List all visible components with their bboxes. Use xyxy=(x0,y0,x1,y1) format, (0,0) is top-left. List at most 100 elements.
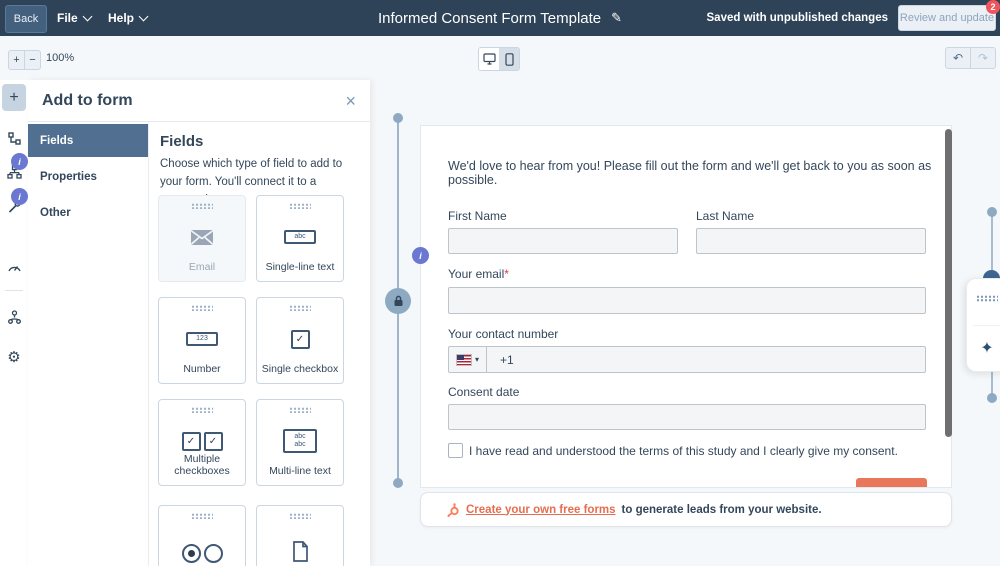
field-card-single-line-text[interactable]: abc Single-line text xyxy=(256,195,344,282)
chevron-down-icon xyxy=(82,12,92,22)
file-menu[interactable]: File xyxy=(57,0,91,36)
dial-code: +1 xyxy=(487,347,514,372)
field-card-radio[interactable] xyxy=(158,505,246,566)
consent-date-input[interactable] xyxy=(448,404,926,430)
review-and-update-button[interactable]: Review and update 2 xyxy=(898,5,996,31)
ai-sparkle-icon[interactable]: ✦ xyxy=(967,331,1000,365)
first-name-label: First Name xyxy=(448,209,507,223)
lock-connector-handle[interactable] xyxy=(385,288,411,314)
canvas-scrollbar[interactable] xyxy=(945,129,952,437)
drag-handle-icon xyxy=(289,407,311,413)
drag-handle-icon xyxy=(289,513,311,519)
panel-header: Add to form × xyxy=(28,80,370,122)
drag-handle-icon xyxy=(191,513,213,519)
saved-status: Saved with unpublished changes xyxy=(707,12,888,24)
email-icon xyxy=(159,220,245,254)
mobile-preview-button[interactable] xyxy=(499,48,519,70)
page-title: Informed Consent Form Template xyxy=(378,10,601,27)
last-name-input[interactable] xyxy=(696,228,926,254)
undo-button[interactable]: ↶ xyxy=(946,48,971,68)
save-status-area: Saved with unpublished changes Review an… xyxy=(707,0,996,36)
floating-tools-card: ✦ xyxy=(966,278,1000,372)
style-info-badge[interactable]: i xyxy=(11,188,28,205)
redo-button[interactable]: ↷ xyxy=(971,48,995,68)
email-label: Your email* xyxy=(448,267,509,281)
required-asterisk: * xyxy=(504,267,509,281)
field-card-single-checkbox[interactable]: ✓ Single checkbox xyxy=(256,297,344,384)
drag-handle-icon xyxy=(289,203,311,209)
close-icon[interactable]: × xyxy=(345,92,356,110)
phone-icon xyxy=(505,53,514,66)
field-card-multi-line-text[interactable]: abcabc Multi-line text xyxy=(256,399,344,486)
banner-text: to generate leads from your website. xyxy=(622,504,822,516)
connector-bottom-dot xyxy=(393,478,403,488)
drag-handle-icon[interactable] xyxy=(976,295,998,302)
undo-redo-control: ↶ ↷ xyxy=(945,47,996,69)
monitor-icon xyxy=(483,53,496,65)
edit-title-pencil-icon[interactable]: ✎ xyxy=(611,10,622,26)
first-name-input[interactable] xyxy=(448,228,678,254)
tab-properties[interactable]: Properties xyxy=(28,160,148,193)
number-icon: 123 xyxy=(159,322,245,356)
help-menu[interactable]: Help xyxy=(108,0,147,36)
right-connector-top-dot xyxy=(987,207,997,217)
lock-icon xyxy=(393,295,404,307)
form-editor-app: Back File Help Informed Consent Form Tem… xyxy=(0,0,1000,566)
multi-line-text-icon: abcabc xyxy=(257,424,343,458)
panel-divider xyxy=(148,122,149,566)
changes-count-badge: 2 xyxy=(986,0,1000,14)
add-to-form-rail-button[interactable]: + xyxy=(2,84,26,111)
country-code-dropdown[interactable]: ▾ xyxy=(449,347,487,372)
consent-date-label: Consent date xyxy=(448,385,519,399)
zoom-in-button[interactable]: + xyxy=(9,51,25,69)
tab-fields[interactable]: Fields xyxy=(28,124,148,157)
properties-info-badge[interactable]: i xyxy=(11,153,28,170)
rail-divider xyxy=(5,290,23,291)
consent-checkbox[interactable] xyxy=(448,443,463,458)
email-input[interactable] xyxy=(448,287,926,314)
drag-handle-icon xyxy=(191,203,213,209)
zoom-level: 100% xyxy=(46,52,74,64)
device-preview-toggle xyxy=(478,47,520,71)
form-intro-text: We'd love to hear from you! Please fill … xyxy=(448,159,951,187)
phone-label: Your contact number xyxy=(448,327,558,341)
last-name-label: Last Name xyxy=(696,209,754,223)
form-preview-canvas: We'd love to hear from you! Please fill … xyxy=(420,125,952,488)
field-card-multiple-checkboxes[interactable]: ✓✓ Multiple checkboxes xyxy=(158,399,246,486)
field-card-file[interactable] xyxy=(256,505,344,566)
zoom-control: + − xyxy=(8,50,41,70)
drag-handle-icon xyxy=(191,407,213,413)
hubspot-sprocket-icon xyxy=(447,503,460,517)
right-connector-bottom-dot xyxy=(987,393,997,403)
field-card-email[interactable]: Email xyxy=(158,195,246,282)
panel-title: Add to form xyxy=(42,92,133,110)
connector-top-dot xyxy=(393,113,403,123)
settings-gear-icon[interactable]: ⚙ xyxy=(0,346,28,368)
chevron-down-icon xyxy=(139,12,149,22)
desktop-preview-button[interactable] xyxy=(479,48,499,70)
fields-heading: Fields xyxy=(160,133,203,150)
free-forms-banner: Create your own free forms to generate l… xyxy=(420,492,952,527)
phone-input[interactable]: ▾ +1 xyxy=(448,346,926,373)
workflow-connections-icon[interactable] xyxy=(0,306,28,328)
zoom-out-button[interactable]: − xyxy=(25,51,40,69)
single-line-text-icon: abc xyxy=(257,220,343,254)
tab-other[interactable]: Other xyxy=(28,196,148,229)
drag-handle-icon xyxy=(191,305,213,311)
drag-handle-icon xyxy=(289,305,311,311)
caret-down-icon: ▾ xyxy=(475,355,479,364)
single-checkbox-icon: ✓ xyxy=(257,322,343,356)
back-button[interactable]: Back xyxy=(5,5,47,33)
create-free-forms-link[interactable]: Create your own free forms xyxy=(466,504,616,516)
submit-button-partial[interactable] xyxy=(856,478,927,487)
file-icon xyxy=(257,534,343,566)
consent-checkbox-label: I have read and understood the terms of … xyxy=(469,444,898,458)
tools-card-divider xyxy=(973,325,1000,326)
top-navbar: Back File Help Informed Consent Form Tem… xyxy=(0,0,1000,36)
radio-buttons-icon xyxy=(159,536,245,566)
field-card-number[interactable]: 123 Number xyxy=(158,297,246,384)
logic-builder-icon[interactable] xyxy=(0,128,28,150)
performance-gauge-icon[interactable] xyxy=(0,256,28,278)
us-flag-icon xyxy=(456,354,472,366)
email-field-info-badge[interactable]: i xyxy=(412,247,429,264)
